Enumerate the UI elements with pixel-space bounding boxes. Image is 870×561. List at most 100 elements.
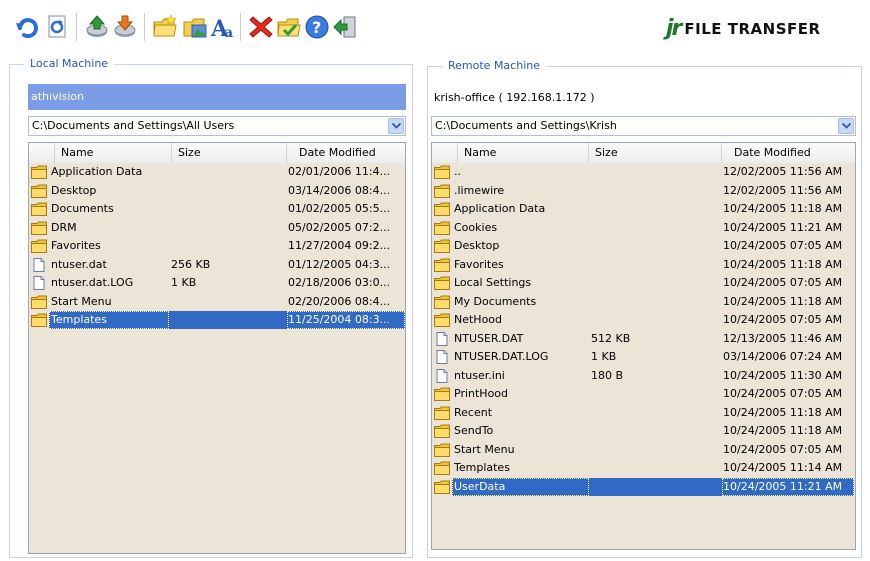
local-path-dropdown[interactable]: C:\Documents and Settings\All Users bbox=[28, 116, 406, 136]
list-item[interactable]: My Documents 10/24/2005 11:18 AM bbox=[432, 293, 855, 311]
column-name[interactable]: Name bbox=[55, 143, 172, 163]
new-folder-icon[interactable] bbox=[152, 14, 178, 40]
item-date-modified: 02/01/2006 11:4... bbox=[288, 165, 391, 178]
item-size bbox=[589, 477, 722, 496]
item-name: Application Data bbox=[454, 202, 546, 215]
folder-icon bbox=[31, 221, 47, 235]
item-name: .limewire bbox=[454, 183, 505, 197]
item-name: NetHood bbox=[454, 313, 503, 326]
list-item[interactable]: Start Menu 10/24/2005 07:05 AM bbox=[432, 441, 855, 459]
folder-icon bbox=[434, 406, 450, 420]
list-item[interactable]: Cookies 10/24/2005 11:21 AM bbox=[432, 219, 855, 237]
list-item[interactable]: Desktop 03/14/2006 08:4... bbox=[29, 182, 405, 200]
item-name: ntuser.dat bbox=[51, 257, 107, 271]
undo-icon[interactable] bbox=[14, 14, 40, 40]
column-date-modified[interactable]: Date Modified bbox=[287, 143, 405, 163]
list-item[interactable]: .. 12/02/2005 11:56 AM bbox=[432, 163, 855, 181]
list-item[interactable]: Favorites 11/27/2004 09:2... bbox=[29, 237, 405, 255]
list-item[interactable]: Favorites 10/24/2005 11:18 AM bbox=[432, 256, 855, 274]
file-icon bbox=[31, 257, 47, 272]
app-logo: jr FILE TRANSFER bbox=[666, 18, 821, 40]
list-item[interactable]: Local Settings 10/24/2005 07:05 AM bbox=[432, 274, 855, 292]
item-size bbox=[589, 441, 722, 459]
chevron-down-icon[interactable] bbox=[838, 118, 854, 134]
item-size bbox=[589, 237, 722, 255]
file-icon bbox=[434, 368, 450, 383]
item-date-modified: 10/24/2005 07:05 AM bbox=[723, 313, 843, 326]
list-item[interactable]: SendTo 10/24/2005 11:18 AM bbox=[432, 422, 855, 440]
font-icon[interactable]: Aa bbox=[210, 14, 236, 40]
item-size: 256 KB bbox=[171, 257, 211, 271]
folder-icon bbox=[434, 313, 450, 327]
delete-icon[interactable] bbox=[248, 14, 274, 40]
list-item[interactable]: Recent 10/24/2005 11:18 AM bbox=[432, 404, 855, 422]
item-size bbox=[589, 256, 722, 274]
exit-icon[interactable] bbox=[332, 14, 358, 40]
folder-icon bbox=[434, 239, 450, 253]
column-size[interactable]: Size bbox=[589, 143, 722, 163]
local-machine-title: Local Machine bbox=[24, 57, 115, 71]
column-date-modified[interactable]: Date Modified bbox=[722, 143, 855, 163]
remote-file-list[interactable]: Name Size Date Modified .. 12/02/2005 11:… bbox=[431, 142, 856, 550]
column-name[interactable]: Name bbox=[458, 143, 589, 163]
folder-icon bbox=[434, 480, 450, 494]
folder-image-icon[interactable] bbox=[182, 14, 208, 40]
list-item[interactable]: PrintHood 10/24/2005 07:05 AM bbox=[432, 385, 855, 403]
column-size[interactable]: Size bbox=[172, 143, 287, 163]
item-date-modified: 10/24/2005 07:05 AM bbox=[723, 387, 843, 400]
folder-icon bbox=[31, 239, 47, 253]
item-date-modified: 10/24/2005 11:21 AM bbox=[723, 220, 843, 234]
item-date-modified: 10/24/2005 11:18 AM bbox=[723, 202, 843, 215]
list-item[interactable]: Desktop 10/24/2005 07:05 AM bbox=[432, 237, 855, 255]
upload-icon[interactable] bbox=[84, 14, 110, 40]
remote-path-value: C:\Documents and Settings\Krish bbox=[435, 119, 617, 132]
item-date-modified: 11/27/2004 09:2... bbox=[288, 239, 391, 252]
folder-icon bbox=[434, 258, 450, 272]
item-size bbox=[589, 200, 722, 218]
local-file-list[interactable]: Name Size Date Modified Application Data… bbox=[28, 142, 406, 554]
item-name: Cookies bbox=[454, 220, 498, 234]
item-name: Favorites bbox=[454, 257, 504, 271]
item-size bbox=[589, 311, 722, 329]
list-item[interactable]: Application Data 02/01/2006 11:4... bbox=[29, 163, 405, 181]
list-item[interactable]: ntuser.dat 256 KB 01/12/2005 04:3... bbox=[29, 256, 405, 274]
item-name: Documents bbox=[51, 202, 114, 215]
item-size bbox=[169, 163, 287, 181]
list-item[interactable]: ntuser.ini 180 B 10/24/2005 11:30 AM bbox=[432, 367, 855, 385]
list-item[interactable]: .limewire 12/02/2005 11:56 AM bbox=[432, 182, 855, 200]
file-icon bbox=[434, 350, 450, 364]
item-date-modified: 12/13/2005 11:46 AM bbox=[723, 331, 843, 345]
folder-icon bbox=[31, 165, 47, 179]
item-date-modified: 12/02/2005 11:56 AM bbox=[723, 165, 843, 178]
item-name: Desktop bbox=[454, 239, 500, 252]
item-name: .. bbox=[454, 165, 461, 178]
list-item[interactable]: NetHood 10/24/2005 07:05 AM bbox=[432, 311, 855, 329]
remote-list-header: Name Size Date Modified bbox=[432, 143, 855, 163]
list-item[interactable]: ntuser.dat.LOG 1 KB 02/18/2006 03:0... bbox=[29, 274, 405, 292]
item-size: 180 B bbox=[591, 368, 624, 382]
help-icon[interactable]: ? bbox=[304, 14, 330, 40]
list-item[interactable]: NTUSER.DAT.LOG 1 KB 03/14/2006 07:24 AM bbox=[432, 348, 855, 366]
item-size: 512 KB bbox=[591, 331, 631, 345]
remote-path-dropdown[interactable]: C:\Documents and Settings\Krish bbox=[431, 116, 856, 136]
properties-icon[interactable] bbox=[276, 14, 302, 40]
list-item[interactable]: Templates 11/25/2004 08:3... bbox=[29, 311, 405, 329]
list-item[interactable]: UserData 10/24/2005 11:21 AM bbox=[432, 477, 855, 496]
chevron-down-icon[interactable] bbox=[388, 118, 404, 134]
download-icon[interactable] bbox=[112, 14, 138, 40]
remote-machine-title: Remote Machine bbox=[442, 59, 546, 73]
item-date-modified: 10/24/2005 11:14 AM bbox=[723, 461, 843, 474]
folder-icon bbox=[434, 461, 450, 475]
list-item[interactable]: Templates 10/24/2005 11:14 AM bbox=[432, 459, 855, 477]
list-item[interactable]: DRM 05/02/2005 07:2... bbox=[29, 219, 405, 237]
item-name: Templates bbox=[49, 311, 169, 329]
list-item[interactable]: Application Data 10/24/2005 11:18 AM bbox=[432, 200, 855, 218]
list-item[interactable]: NTUSER.DAT 512 KB 12/13/2005 11:46 AM bbox=[432, 330, 855, 348]
list-item[interactable]: Start Menu 02/20/2006 08:4... bbox=[29, 293, 405, 311]
item-name: Start Menu bbox=[51, 294, 112, 308]
refresh-icon[interactable] bbox=[44, 14, 70, 40]
column-spacer bbox=[29, 143, 55, 163]
item-name: UserData bbox=[452, 477, 589, 496]
item-date-modified: 02/18/2006 03:0... bbox=[288, 276, 391, 289]
list-item[interactable]: Documents 01/02/2005 05:5... bbox=[29, 200, 405, 218]
